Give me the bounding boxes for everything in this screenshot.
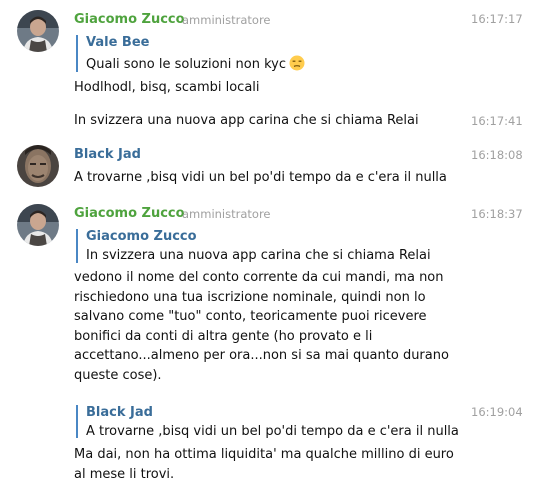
reply-author[interactable]: Vale Bee <box>86 35 149 50</box>
avatar-giacomo-image <box>17 10 59 52</box>
message-text: In svizzera una nuova app carina che si … <box>74 113 419 128</box>
reply-text[interactable]: In svizzera una nuova app carina che si … <box>86 248 431 263</box>
message-line: vedono il nome del conto corrente da cui… <box>74 270 444 285</box>
reply-author[interactable]: Giacomo Zucco <box>86 229 197 244</box>
avatar-giacomo-image <box>17 204 59 246</box>
reply-quote-bar <box>76 35 78 72</box>
message-line: rischiedono una tua iscrizione nominale,… <box>74 289 426 305</box>
avatar-black-jad-image <box>17 145 59 187</box>
message-line: bonifici da conti di altra gente (ho pro… <box>74 328 373 344</box>
message-timestamp: 16:17:41 <box>471 114 523 128</box>
message-timestamp: 16:17:17 <box>471 12 523 26</box>
message-text: Hodlhodl, bisq, scambi locali <box>74 80 260 95</box>
reply-text[interactable]: Quali sono le soluzioni non kyc <box>86 55 305 72</box>
message-text: A trovarne ,bisq vidi un bel po'di tempo… <box>74 170 447 185</box>
reply-quote-bar <box>76 405 78 438</box>
message-author[interactable]: Giacomo Zucco <box>74 206 185 221</box>
message-author[interactable]: Giacomo Zucco <box>74 12 185 27</box>
avatar[interactable] <box>17 204 59 246</box>
author-role: amministratore <box>182 13 271 27</box>
avatar[interactable] <box>17 145 59 187</box>
message-author[interactable]: Black Jad <box>74 147 141 162</box>
message-line: queste cose). <box>74 367 162 383</box>
message-text: vedono il nome del conto corrente da cui… <box>74 268 474 386</box>
message-line: al mese li trovi. <box>74 466 175 482</box>
author-role: amministratore <box>182 207 271 221</box>
message-timestamp: 16:18:37 <box>471 207 523 221</box>
unamused-face-icon <box>289 55 305 71</box>
reply-quote-bar <box>76 229 78 263</box>
reply-text[interactable]: A trovarne ,bisq vidi un bel po'di tempo… <box>86 424 459 439</box>
message-timestamp: 16:19:04 <box>471 405 523 419</box>
message-line: salvano come "tuo" conto, teoricamente p… <box>74 309 427 325</box>
message-line: Ma dai, non ha ottima liquidita' ma qual… <box>74 447 454 462</box>
message-timestamp: 16:18:08 <box>471 148 523 162</box>
avatar[interactable] <box>17 10 59 52</box>
reply-text-content: Quali sono le soluzioni non kyc <box>86 57 287 72</box>
message-line: accettano...almeno per ora...non si sa m… <box>74 348 449 364</box>
message-text: Ma dai, non ha ottima liquidita' ma qual… <box>74 445 494 484</box>
reply-author[interactable]: Black Jad <box>86 405 153 420</box>
